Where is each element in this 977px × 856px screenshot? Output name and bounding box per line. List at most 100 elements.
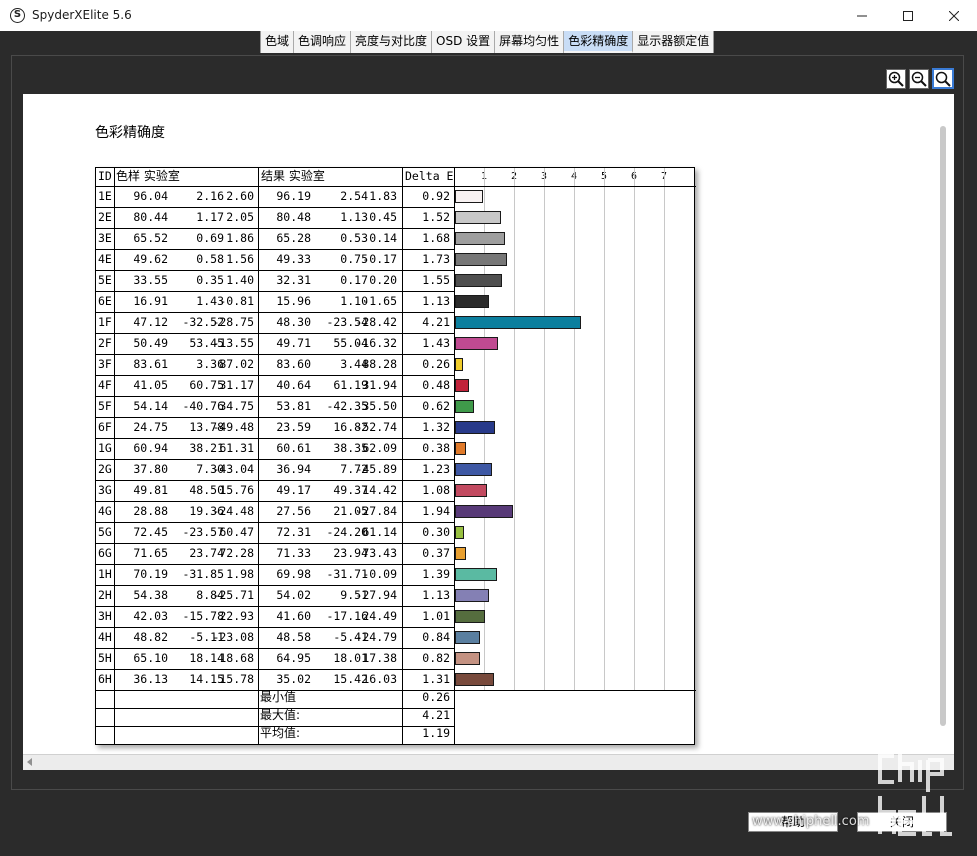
row-divider bbox=[96, 270, 454, 271]
delta-e-value: 0.37 bbox=[422, 546, 450, 560]
row-id: 1G bbox=[98, 441, 112, 455]
sample-lab-value: 83.61 bbox=[133, 357, 168, 371]
result-lab-value: -24.79 bbox=[355, 630, 397, 644]
row-id: 3F bbox=[98, 357, 112, 371]
result-lab-value: 53.81 bbox=[276, 399, 311, 413]
tab-gamut[interactable]: 色域 bbox=[261, 31, 295, 53]
row-id: 1E bbox=[98, 189, 112, 203]
sample-lab-value: 61.31 bbox=[219, 441, 254, 455]
row-id: 2F bbox=[98, 336, 112, 350]
tab-osd-settings[interactable]: OSD 设置 bbox=[432, 31, 496, 53]
row-id: 3G bbox=[98, 483, 112, 497]
axis-tick-label: 2 bbox=[511, 168, 521, 186]
result-lab-value: 69.98 bbox=[276, 567, 311, 581]
maximize-button[interactable] bbox=[885, 0, 931, 31]
sample-lab-value: 15.76 bbox=[219, 483, 254, 497]
result-lab-value: 72.31 bbox=[276, 525, 311, 539]
sample-lab-value: 1.86 bbox=[226, 231, 254, 245]
close-window-button[interactable] bbox=[931, 0, 977, 31]
sample-lab-value: 15.78 bbox=[219, 672, 254, 686]
tab-tone-response[interactable]: 色调响应 bbox=[294, 31, 352, 53]
delta-e-bar bbox=[455, 505, 513, 518]
minimize-button[interactable] bbox=[839, 0, 885, 31]
result-lab-value: 24.49 bbox=[362, 609, 397, 623]
sample-lab-value: 70.19 bbox=[133, 567, 168, 581]
tab-color-accuracy[interactable]: 色彩精确度 bbox=[564, 31, 634, 53]
zoom-in-button[interactable] bbox=[886, 69, 906, 89]
chiphell-watermark-logo bbox=[878, 746, 952, 836]
delta-e-value: 1.23 bbox=[422, 462, 450, 476]
column-divider bbox=[114, 168, 115, 744]
delta-e-bar bbox=[455, 379, 469, 392]
scroll-left-icon[interactable] bbox=[27, 758, 32, 766]
zoom-fit-button[interactable] bbox=[932, 68, 954, 89]
sample-lab-value: 87.02 bbox=[219, 357, 254, 371]
result-lab-value: 16.03 bbox=[362, 672, 397, 686]
sample-lab-value: -24.48 bbox=[212, 504, 254, 518]
column-divider bbox=[258, 168, 259, 744]
delta-e-value: 1.08 bbox=[422, 483, 450, 497]
title-bar: S SpyderXElite 5.6 bbox=[0, 0, 977, 31]
tab-brightness-contrast[interactable]: 亮度与对比度 bbox=[351, 31, 433, 53]
sample-lab-value: 22.93 bbox=[219, 609, 254, 623]
sample-lab-value: 49.81 bbox=[133, 483, 168, 497]
delta-e-bar bbox=[455, 484, 487, 497]
sample-lab-value: -49.48 bbox=[212, 420, 254, 434]
delta-e-value: 0.62 bbox=[422, 399, 450, 413]
sample-lab-value: 49.62 bbox=[133, 252, 168, 266]
row-divider bbox=[96, 564, 454, 565]
result-lab-value: 73.43 bbox=[362, 546, 397, 560]
sample-lab-value: 50.49 bbox=[133, 336, 168, 350]
row-divider bbox=[96, 606, 454, 607]
result-lab-value: 41.60 bbox=[276, 609, 311, 623]
header-delta-e: Delta E bbox=[405, 169, 454, 183]
sample-lab-value: 2.60 bbox=[226, 189, 254, 203]
delta-e-bar bbox=[455, 232, 505, 245]
tab-display-rating[interactable]: 显示器额定值 bbox=[633, 31, 714, 53]
sample-lab-value: 16.91 bbox=[133, 294, 168, 308]
summary-divider bbox=[96, 708, 454, 709]
result-lab-value: 40.64 bbox=[276, 378, 311, 392]
vertical-scrollbar[interactable] bbox=[940, 126, 946, 726]
row-divider bbox=[96, 417, 454, 418]
sample-lab-value: 34.75 bbox=[219, 399, 254, 413]
row-id: 1H bbox=[98, 567, 112, 581]
result-lab-value: 49.17 bbox=[276, 483, 311, 497]
delta-e-value: 1.31 bbox=[422, 672, 450, 686]
sample-lab-value: 18.68 bbox=[219, 651, 254, 665]
result-lab-value: 15.96 bbox=[276, 294, 311, 308]
result-lab-value: 27.56 bbox=[276, 504, 311, 518]
result-lab-value: 60.61 bbox=[276, 441, 311, 455]
delta-e-bar bbox=[455, 673, 494, 686]
app-logo-icon: S bbox=[10, 8, 25, 23]
delta-e-value: 0.84 bbox=[422, 630, 450, 644]
result-lab-value: 62.09 bbox=[362, 441, 397, 455]
delta-e-value: 1.55 bbox=[422, 273, 450, 287]
delta-e-value: 1.39 bbox=[422, 567, 450, 581]
result-lab-value: 96.19 bbox=[276, 189, 311, 203]
result-lab-value: 23.59 bbox=[276, 420, 311, 434]
row-id: 6G bbox=[98, 546, 112, 560]
delta-e-bar bbox=[455, 253, 507, 266]
delta-e-bar bbox=[455, 337, 498, 350]
sample-lab-value: 71.65 bbox=[133, 546, 168, 560]
color-accuracy-table: ID 色样 实验室 结果 实验室 Delta E 1 2 3 4 5 6 7 1E 96.04… bbox=[95, 167, 696, 745]
zoom-out-button[interactable] bbox=[909, 69, 929, 89]
delta-e-bar bbox=[455, 190, 483, 203]
sample-lab-value: 31.17 bbox=[219, 378, 254, 392]
row-id: 5G bbox=[98, 525, 112, 539]
tab-bar: 色域 色调响应 亮度与对比度 OSD 设置 屏幕均匀性 色彩精确度 显示器额定值 bbox=[260, 31, 715, 53]
result-lab-value: 1.83 bbox=[369, 189, 397, 203]
sample-lab-value: 42.03 bbox=[133, 609, 168, 623]
delta-e-value: 0.92 bbox=[422, 189, 450, 203]
gridline bbox=[664, 168, 665, 690]
tab-uniformity[interactable]: 屏幕均匀性 bbox=[495, 31, 565, 53]
horizontal-scrollbar[interactable] bbox=[23, 754, 954, 770]
row-divider bbox=[96, 480, 454, 481]
watermark-text: www.chiphell.com bbox=[752, 814, 870, 829]
result-lab-value: -16.32 bbox=[355, 336, 397, 350]
row-id: 4F bbox=[98, 378, 112, 392]
sample-lab-value: 24.75 bbox=[133, 420, 168, 434]
row-divider bbox=[96, 585, 454, 586]
delta-e-value: 1.94 bbox=[422, 504, 450, 518]
